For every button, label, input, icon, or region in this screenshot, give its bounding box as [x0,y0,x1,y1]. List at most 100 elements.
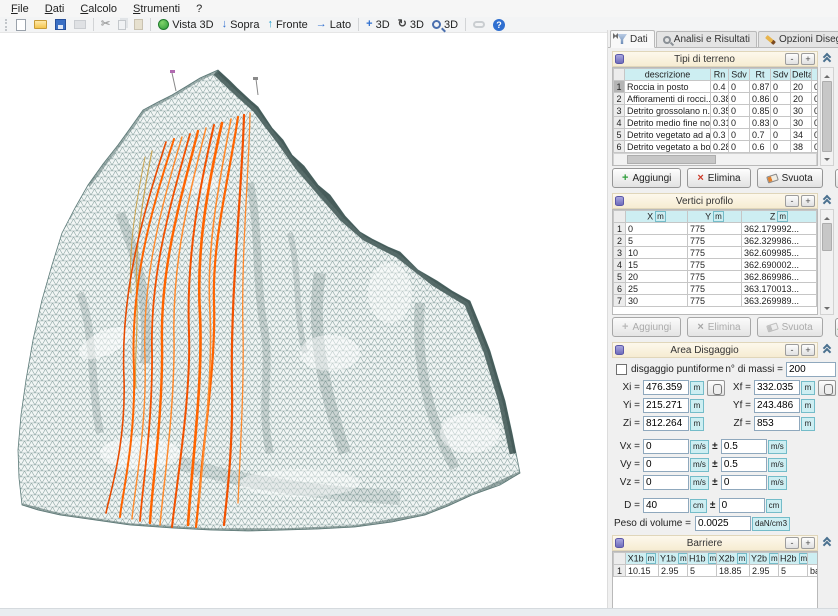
pan-3d-button[interactable]: +3D [362,17,394,32]
sopra-button[interactable]: ↓Sopra [218,17,264,32]
table-cell[interactable]: Detrito vegetato a bo... [625,141,711,153]
vista-3d-button[interactable]: Vista 3D [154,17,217,32]
table-row[interactable]: 5Detrito vegetato ad a...0.300.70340 [614,129,819,141]
col-x1b[interactable]: X1bm [626,553,659,565]
xi-pick-button[interactable] [707,380,725,396]
collapse-chevron-icon[interactable] [823,55,832,63]
barriere-header[interactable]: Barriere - + [612,535,818,551]
col-descrizione[interactable]: descrizio [808,553,819,565]
table-cell[interactable]: 5 [688,565,717,577]
menu-dati[interactable]: Dati [37,2,73,16]
table-cell[interactable]: 0 [729,105,750,117]
d-dev-input[interactable] [719,498,765,513]
tipi-minimize-button[interactable]: - [785,53,799,65]
table-cell[interactable]: 0.38 [711,93,729,105]
row-number-cell[interactable]: 4 [614,259,626,271]
col-x2b[interactable]: X2bm [717,553,750,565]
col-descrizione[interactable]: descrizione [625,69,711,81]
row-number-cell[interactable]: 2 [614,235,626,247]
table-cell[interactable]: 362.690002... [742,259,817,271]
collapse-chevron-icon[interactable] [823,346,832,354]
table-cell[interactable]: 0 [729,129,750,141]
table-cell[interactable]: 775 [688,259,742,271]
table-cell[interactable]: Detrito vegetato ad a... [625,129,711,141]
yi-input[interactable] [643,398,689,413]
menu-help[interactable]: ? [188,2,210,16]
table-row[interactable]: 10775362.179992... [614,223,817,235]
table-cell[interactable]: 362.869986... [742,271,817,283]
table-row[interactable]: 625775363.170013... [614,283,817,295]
table-cell[interactable]: 20 [626,271,688,283]
table-row[interactable]: 310775362.609985... [614,247,817,259]
table-cell[interactable]: 18.85 [717,565,750,577]
row-number-cell[interactable]: 2 [614,93,625,105]
collapse-chevron-icon[interactable] [823,197,832,205]
xi-input[interactable] [643,380,689,395]
zoom-3d-button[interactable]: 3D [428,17,462,32]
table-cell[interactable]: 10 [626,247,688,259]
table-cell[interactable]: 0.7 [750,129,771,141]
row-number-cell[interactable]: 1 [614,81,625,93]
table-row[interactable]: 730775363.269989... [614,295,817,307]
col-y2b[interactable]: Y2bm [750,553,779,565]
tab-analisi-risultati[interactable]: Analisi e Risultati [656,31,757,47]
zf-input[interactable] [754,416,800,431]
menu-file[interactable]: File [3,2,37,16]
table-cell[interactable]: 775 [688,271,742,283]
table-cell[interactable]: 0.4 [711,81,729,93]
table-cell[interactable]: 0 [729,117,750,129]
table-cell[interactable]: 0.87 [750,81,771,93]
open-button[interactable] [30,17,51,32]
col-sdv1[interactable]: Sdv [729,69,750,81]
table-row[interactable]: 110.152.95518.852.955barriera [614,565,819,577]
col-h2b[interactable]: H2bm [779,553,808,565]
table-cell[interactable]: 10.15 [626,565,659,577]
zi-input[interactable] [643,416,689,431]
table-cell[interactable]: 0 [771,105,791,117]
table-cell[interactable]: 5 [779,565,808,577]
table-cell[interactable]: Roccia in posto [625,81,711,93]
col-x[interactable]: Xm [626,211,688,223]
table-cell[interactable]: 30 [791,105,812,117]
tipi-vertical-scrollbar[interactable] [820,67,834,166]
table-cell[interactable]: Detrito medio fine no... [625,117,711,129]
col-z[interactable]: Zm [742,211,817,223]
table-cell[interactable]: 5 [626,235,688,247]
row-number-cell[interactable]: 6 [614,283,626,295]
area-minimize-button[interactable]: - [785,344,799,356]
table-row[interactable]: 415775362.690002... [614,259,817,271]
col-h1b[interactable]: H1bm [688,553,717,565]
row-number-cell[interactable]: 3 [614,105,625,117]
yf-input[interactable] [754,398,800,413]
disgaggio-puntiforme-checkbox[interactable] [616,364,627,375]
table-cell[interactable]: 363.170013... [742,283,817,295]
table-cell[interactable]: 0.31 [711,117,729,129]
tipi-svuota-button[interactable]: Svuota [757,168,823,188]
row-number-cell[interactable]: 7 [614,295,626,307]
table-cell[interactable]: 15 [626,259,688,271]
table-cell[interactable]: 30 [626,295,688,307]
table-cell[interactable]: 362.329986... [742,235,817,247]
table-cell[interactable]: 2.95 [659,565,688,577]
table-cell[interactable]: 0 [771,81,791,93]
table-row[interactable]: 25775362.329986... [614,235,817,247]
table-row[interactable]: 520775362.869986... [614,271,817,283]
col-y[interactable]: Ym [688,211,742,223]
barriere-maximize-button[interactable]: + [801,537,815,549]
table-cell[interactable]: 775 [688,223,742,235]
table-row[interactable]: 6Detrito vegetato a bo...0.2800.60380 [614,141,819,153]
table-cell[interactable]: 775 [688,283,742,295]
vz-input[interactable] [643,475,689,490]
vz-dev-input[interactable] [721,475,767,490]
fronte-button[interactable]: ↑Fronte [263,17,311,32]
table-cell[interactable]: 0 [626,223,688,235]
rotate-3d-button[interactable]: ↻3D [394,17,428,32]
table-cell[interactable]: Affioramenti di rocci... [625,93,711,105]
vx-input[interactable] [643,439,689,454]
tipi-header[interactable]: Tipi di terreno - + [612,51,818,67]
3d-viewport[interactable] [0,33,607,608]
vertici-maximize-button[interactable]: + [801,195,815,207]
d-input[interactable] [643,498,689,513]
area-header[interactable]: Area Disgaggio - + [612,342,818,358]
table-row[interactable]: 2Affioramenti di rocci...0.3800.860200 [614,93,819,105]
